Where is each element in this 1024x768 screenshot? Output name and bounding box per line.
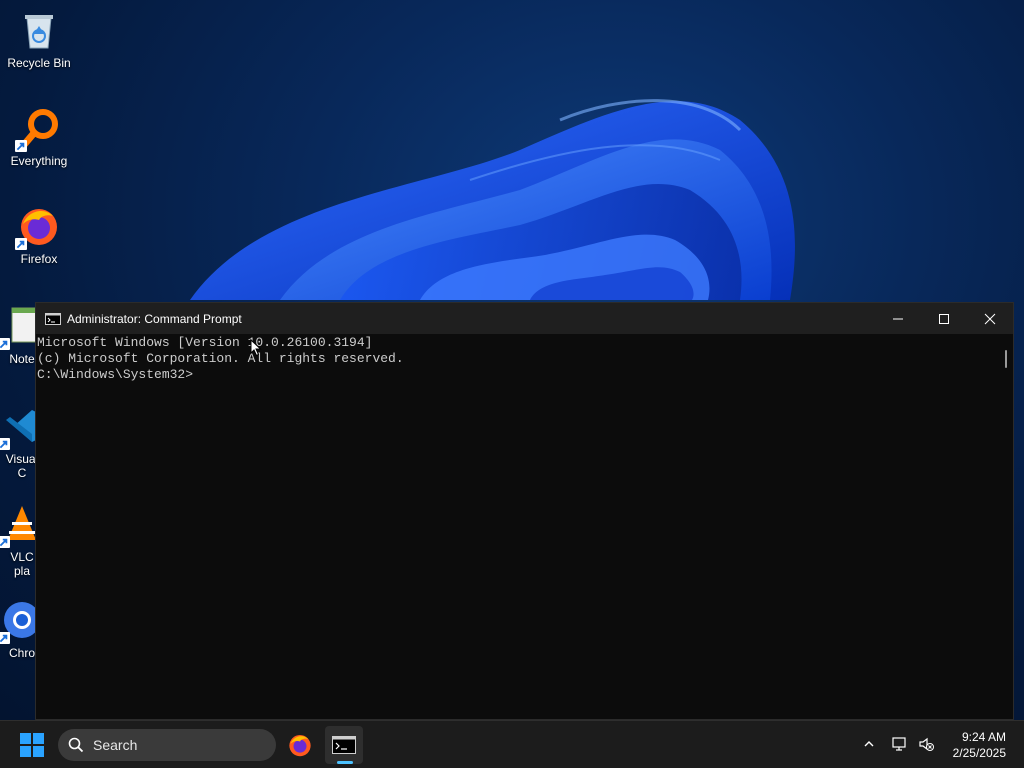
recycle-bin-icon [25, 15, 53, 49]
mouse-pointer-icon [250, 339, 262, 357]
taskbar-app-command-prompt[interactable] [325, 726, 363, 764]
chevron-up-icon [864, 741, 874, 747]
desktop-icon-recycle-bin[interactable]: Recycle Bin [0, 8, 78, 70]
cmd-icon [45, 312, 61, 325]
volume-muted-icon [919, 737, 934, 751]
clock-time: 9:24 AM [961, 730, 1006, 744]
network-icon [892, 737, 906, 751]
taskbar: Search 9:24 AM 2/25/2025 [0, 720, 1024, 768]
cmd-icon [332, 736, 356, 754]
clock-date: 2/25/2025 [952, 746, 1006, 760]
command-prompt-window[interactable]: Administrator: Command Prompt Microsoft … [35, 302, 1014, 720]
taskbar-clock[interactable]: 9:24 AM 2/25/2025 [953, 729, 1006, 761]
console-line: (c) Microsoft Corporation. All rights re… [37, 351, 404, 366]
maximize-button[interactable] [921, 303, 967, 334]
console-line: Microsoft Windows [Version 10.0.26100.31… [37, 335, 373, 350]
shortcut-arrow-icon [15, 140, 27, 152]
maximize-icon [939, 313, 949, 324]
taskbar-app-firefox[interactable] [281, 726, 319, 764]
windows-logo-icon [20, 733, 44, 757]
scrollbar-thumb[interactable] [1005, 350, 1007, 368]
desktop-icon-label: Everything [10, 154, 68, 168]
desktop-icon-label: Firefox [20, 252, 58, 266]
shortcut-arrow-icon [0, 536, 10, 548]
firefox-icon [289, 734, 311, 757]
desktop-icon-label: Recycle Bin [7, 56, 71, 70]
vertical-scrollbar[interactable] [999, 334, 1013, 719]
minimize-icon [893, 318, 903, 319]
desktop-icon-everything[interactable]: Everything [0, 106, 78, 168]
close-icon [984, 313, 996, 324]
shortcut-arrow-icon [0, 338, 10, 350]
shortcut-arrow-icon [0, 438, 10, 450]
window-title: Administrator: Command Prompt [67, 311, 242, 326]
shortcut-arrow-icon [15, 238, 27, 250]
minimize-button[interactable] [875, 303, 921, 334]
active-app-indicator [337, 761, 353, 764]
volume-button[interactable] [917, 735, 935, 753]
shortcut-arrow-icon [0, 632, 10, 644]
console-output[interactable]: Microsoft Windows [Version 10.0.26100.31… [36, 334, 999, 719]
console-prompt-line: C:\Windows\System32> [37, 367, 194, 382]
close-button[interactable] [967, 303, 1013, 334]
taskbar-search-box[interactable]: Search [58, 729, 276, 761]
desktop-icon-firefox[interactable]: Firefox [0, 204, 78, 266]
desktop: Recycle Bin Everything Firefox Note Visu… [0, 0, 1024, 720]
show-hidden-icons-button[interactable] [860, 735, 878, 753]
start-button[interactable] [14, 731, 50, 759]
network-status-button[interactable] [891, 735, 909, 753]
search-icon [68, 737, 84, 753]
search-label: Search [93, 737, 138, 753]
window-titlebar[interactable]: Administrator: Command Prompt [36, 303, 1013, 334]
